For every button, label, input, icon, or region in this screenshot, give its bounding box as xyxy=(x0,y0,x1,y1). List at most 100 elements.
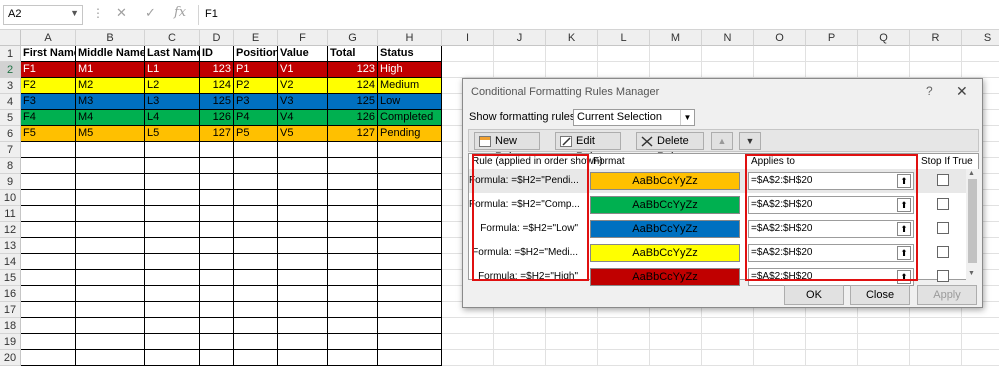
data-cell[interactable]: 123 xyxy=(328,62,378,78)
data-cell[interactable]: 125 xyxy=(328,94,378,110)
cell[interactable] xyxy=(328,270,378,286)
data-cell[interactable]: V1 xyxy=(278,62,328,78)
data-cell[interactable]: L4 xyxy=(145,110,200,126)
cell[interactable] xyxy=(145,190,200,206)
data-cell[interactable]: F2 xyxy=(21,78,76,94)
cell[interactable] xyxy=(200,142,234,158)
cell[interactable] xyxy=(754,334,806,350)
cell[interactable] xyxy=(378,206,442,222)
cell[interactable] xyxy=(234,286,278,302)
edit-rule-button[interactable]: Edit Rule... xyxy=(555,132,621,163)
data-cell[interactable]: P4 xyxy=(234,110,278,126)
cell[interactable] xyxy=(378,350,442,366)
cell[interactable] xyxy=(962,46,999,62)
data-cell[interactable]: L2 xyxy=(145,78,200,94)
cell[interactable] xyxy=(598,350,650,366)
cell[interactable] xyxy=(328,350,378,366)
cell[interactable] xyxy=(910,350,962,366)
column-header-o[interactable]: O xyxy=(754,30,806,46)
data-cell[interactable]: V5 xyxy=(278,126,328,142)
cell[interactable] xyxy=(328,254,378,270)
formula-input[interactable]: F1 xyxy=(198,5,996,25)
column-header-d[interactable]: D xyxy=(200,30,234,46)
cell[interactable] xyxy=(21,302,76,318)
cell[interactable] xyxy=(200,318,234,334)
cell[interactable] xyxy=(21,350,76,366)
cell[interactable] xyxy=(378,190,442,206)
cell[interactable] xyxy=(650,318,702,334)
cell[interactable] xyxy=(145,158,200,174)
cell[interactable] xyxy=(21,158,76,174)
row-header-11[interactable]: 11 xyxy=(0,206,21,222)
cell[interactable] xyxy=(200,334,234,350)
cell[interactable] xyxy=(910,334,962,350)
cell[interactable] xyxy=(234,190,278,206)
cell[interactable] xyxy=(145,238,200,254)
column-header-h[interactable]: H xyxy=(378,30,442,46)
scroll-down-icon[interactable]: ▼ xyxy=(968,270,975,277)
cell[interactable] xyxy=(910,62,962,78)
cell[interactable] xyxy=(200,158,234,174)
cell[interactable] xyxy=(546,318,598,334)
row-header-14[interactable]: 14 xyxy=(0,254,21,270)
cell[interactable] xyxy=(378,318,442,334)
cell[interactable] xyxy=(145,174,200,190)
cell[interactable] xyxy=(76,286,145,302)
data-cell[interactable]: F1 xyxy=(21,62,76,78)
cell[interactable] xyxy=(754,350,806,366)
cell[interactable] xyxy=(442,318,494,334)
column-header-g[interactable]: G xyxy=(328,30,378,46)
cell[interactable] xyxy=(494,46,546,62)
cell[interactable] xyxy=(650,350,702,366)
cell[interactable] xyxy=(234,174,278,190)
cell[interactable] xyxy=(234,158,278,174)
cell[interactable] xyxy=(858,334,910,350)
cell[interactable] xyxy=(145,350,200,366)
cell[interactable] xyxy=(278,334,328,350)
stop-if-true-checkbox[interactable] xyxy=(937,270,949,282)
data-cell[interactable]: 127 xyxy=(328,126,378,142)
cell[interactable] xyxy=(494,318,546,334)
cell[interactable] xyxy=(328,174,378,190)
cell[interactable] xyxy=(234,206,278,222)
cell[interactable] xyxy=(754,318,806,334)
new-rule-button[interactable]: New Rule... xyxy=(474,132,540,163)
cell[interactable] xyxy=(200,174,234,190)
cell[interactable] xyxy=(278,302,328,318)
data-cell[interactable]: M5 xyxy=(76,126,145,142)
cell[interactable] xyxy=(806,62,858,78)
show-rules-select[interactable]: Current Selection ▼ xyxy=(573,109,695,126)
cell[interactable] xyxy=(378,254,442,270)
cell[interactable] xyxy=(234,254,278,270)
row-header-8[interactable]: 8 xyxy=(0,158,21,174)
cell[interactable] xyxy=(858,62,910,78)
cell[interactable] xyxy=(598,46,650,62)
close-icon[interactable]: ✕ xyxy=(956,83,968,100)
data-cell[interactable]: 126 xyxy=(328,110,378,126)
cell[interactable] xyxy=(378,286,442,302)
cell[interactable] xyxy=(21,238,76,254)
cell[interactable] xyxy=(234,222,278,238)
row-header-20[interactable]: 20 xyxy=(0,350,21,366)
data-cell[interactable]: M3 xyxy=(76,94,145,110)
cell[interactable] xyxy=(278,158,328,174)
data-cell[interactable]: M2 xyxy=(76,78,145,94)
cell[interactable] xyxy=(145,270,200,286)
cell[interactable] xyxy=(910,318,962,334)
cell[interactable] xyxy=(278,254,328,270)
cell[interactable] xyxy=(145,254,200,270)
data-cell[interactable]: P3 xyxy=(234,94,278,110)
cell[interactable] xyxy=(598,62,650,78)
data-cell[interactable]: L3 xyxy=(145,94,200,110)
row-header-18[interactable]: 18 xyxy=(0,318,21,334)
cell[interactable] xyxy=(598,334,650,350)
header-cell[interactable]: Middle Name xyxy=(76,46,145,62)
cell[interactable] xyxy=(702,318,754,334)
cell[interactable] xyxy=(278,350,328,366)
cell[interactable] xyxy=(278,190,328,206)
cell[interactable] xyxy=(378,334,442,350)
insert-function-icon[interactable]: fx xyxy=(174,5,186,20)
cell[interactable] xyxy=(378,142,442,158)
apply-button[interactable]: Apply xyxy=(917,285,977,305)
cell[interactable] xyxy=(145,206,200,222)
